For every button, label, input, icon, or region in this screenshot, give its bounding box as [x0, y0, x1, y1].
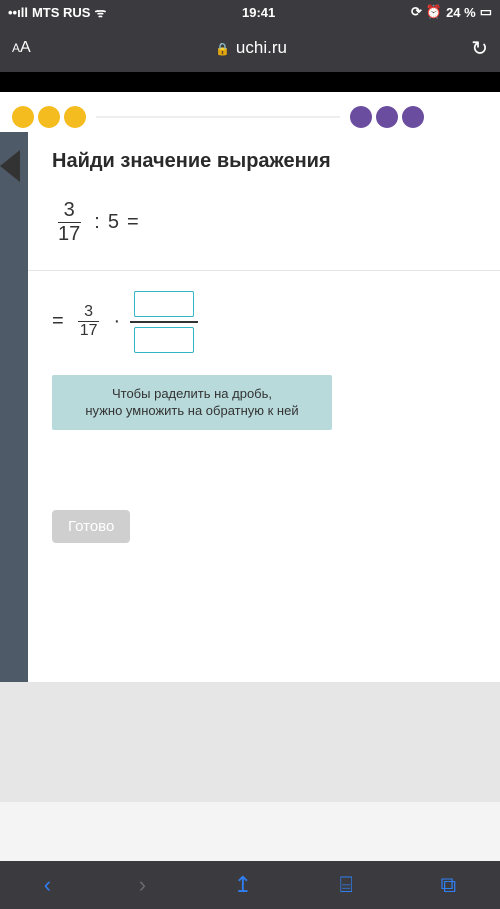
expression-answer: = 3 17 ·: [52, 291, 476, 353]
task-heading: Найди значение выражения: [52, 150, 476, 173]
equals: =: [52, 310, 64, 333]
carrier-label: MTS RUS: [32, 5, 91, 20]
wifi-icon: ᯤ: [94, 3, 106, 21]
bookmarks-button[interactable]: ⌸: [340, 872, 353, 898]
browser-nav-bar: AA uchi.ru ↻: [0, 24, 500, 72]
done-button[interactable]: Готово: [52, 510, 130, 543]
progress-dot-pending: [376, 106, 398, 128]
progress-dot-done: [12, 106, 34, 128]
fraction-denominator: 17: [52, 223, 86, 246]
nav-back-button[interactable]: ‹: [44, 872, 51, 898]
progress-dot-pending: [350, 106, 372, 128]
url-host: uchi.ru: [236, 38, 287, 58]
expression-given: 3 17 : 5 =: [52, 199, 476, 270]
fraction-numerator: 3: [78, 303, 99, 322]
reload-button[interactable]: ↻: [471, 36, 488, 61]
back-arrow[interactable]: [0, 150, 20, 182]
progress-dot-done: [38, 106, 60, 128]
fraction-denominator: 17: [74, 322, 104, 340]
side-strip: [0, 132, 28, 682]
text-size-button[interactable]: AA: [12, 39, 31, 57]
progress-dot-done: [64, 106, 86, 128]
divide-op: :: [94, 211, 100, 234]
nav-forward-button[interactable]: ›: [139, 872, 146, 898]
progress-dot-pending: [402, 106, 424, 128]
signal-icon: ••ıll: [8, 5, 28, 20]
divisor: 5: [108, 211, 119, 234]
share-button[interactable]: ↥: [234, 872, 252, 898]
equals: =: [127, 211, 139, 234]
multiply-op: ·: [113, 310, 120, 333]
numerator-input[interactable]: [134, 291, 194, 317]
progress-dots: [0, 92, 500, 130]
fraction-bar: [130, 321, 198, 323]
clock: 19:41: [106, 5, 411, 20]
empty-area: [0, 682, 500, 802]
fraction-numerator: 3: [58, 199, 81, 223]
lock-icon: [215, 38, 230, 58]
hint-box: Чтобы раделить на дробь, нужно умножить …: [52, 375, 332, 430]
tabs-button[interactable]: ⧉: [440, 872, 456, 898]
page-content: Найди значение выражения 3 17 : 5 = = 3 …: [0, 92, 500, 861]
status-bar: ••ıll MTS RUS ᯤ 19:41 ⟳ ⏰ 24 % ▭: [0, 0, 500, 24]
address-bar[interactable]: uchi.ru: [43, 38, 460, 58]
battery-pct: 24 %: [446, 5, 476, 20]
denominator-input[interactable]: [134, 327, 194, 353]
alarm-icon: ⏰: [426, 4, 442, 20]
orientation-lock-icon: ⟳: [411, 4, 422, 20]
browser-toolbar: ‹ › ↥ ⌸ ⧉: [0, 861, 500, 909]
battery-icon: ▭: [480, 4, 492, 20]
